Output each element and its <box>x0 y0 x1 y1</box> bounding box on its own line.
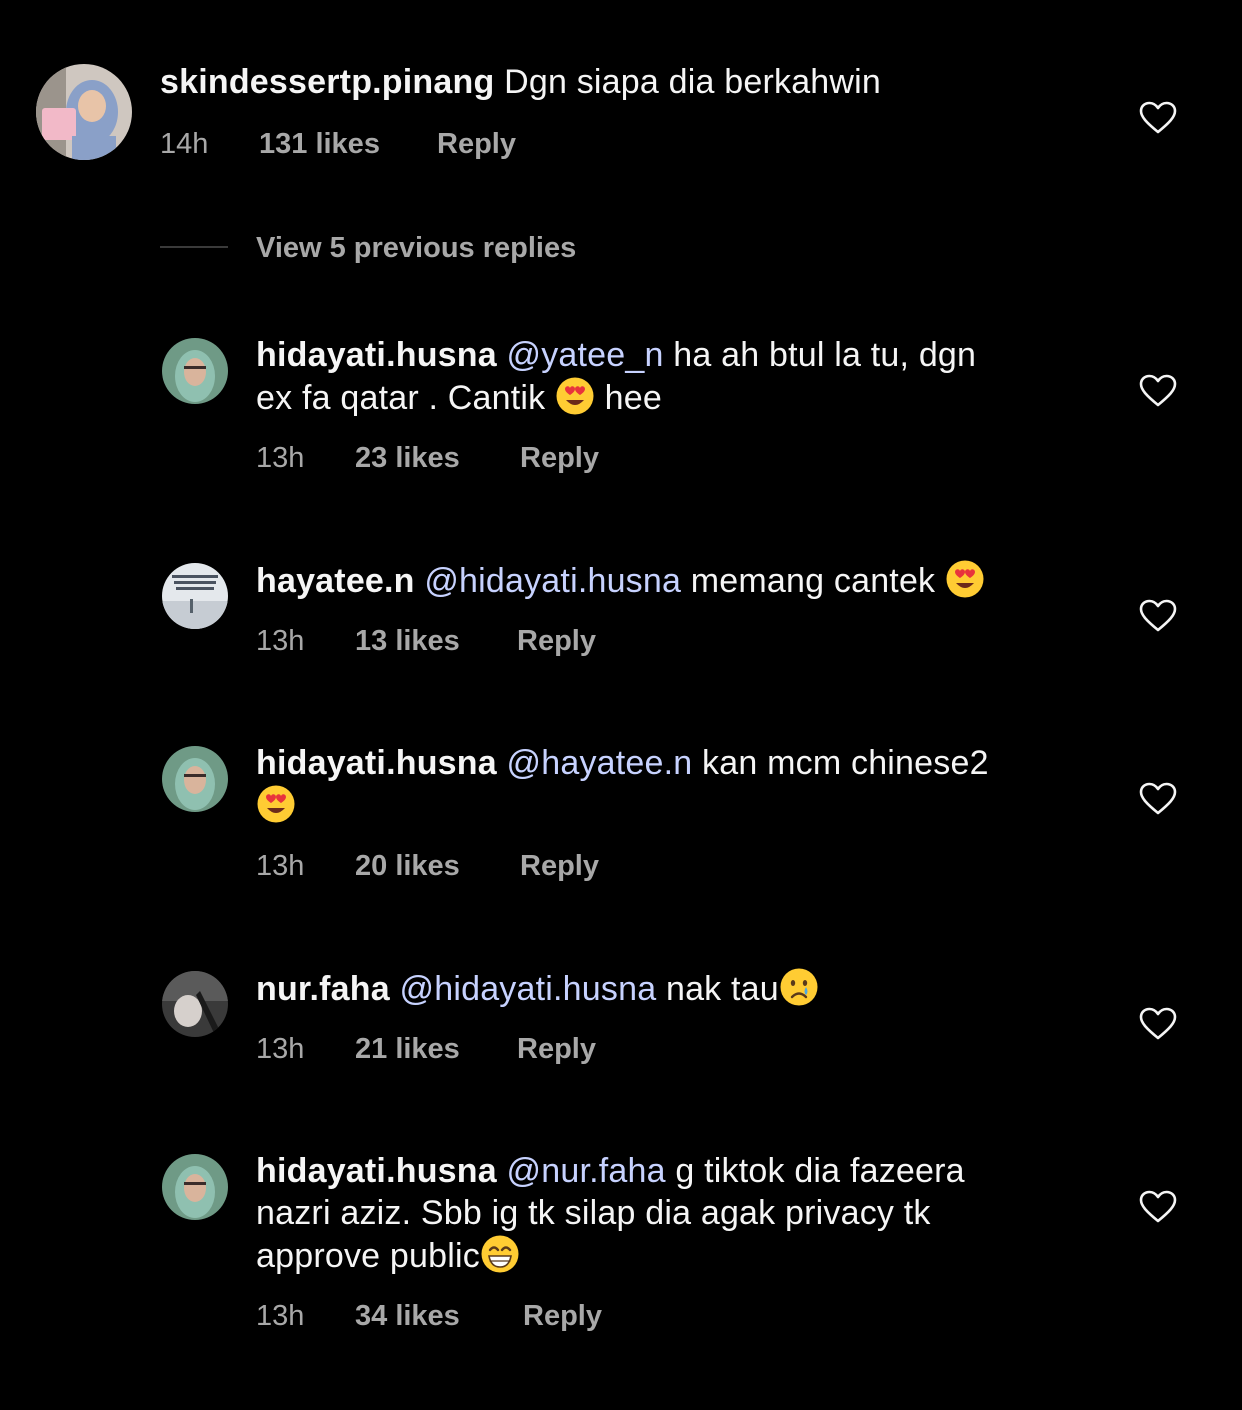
heart-eyes-emoji <box>945 559 985 599</box>
heart-eyes-emoji <box>555 376 595 416</box>
comment-meta: 14h 131 likes Reply <box>160 126 760 162</box>
username-link[interactable]: hayatee.n <box>256 562 415 600</box>
reply-button[interactable]: Reply <box>517 623 596 659</box>
mention-link[interactable]: @hidayati.husna <box>400 970 657 1008</box>
reply-body: kan mcm chinese2 <box>692 744 989 782</box>
comment-body: Dgn siapa dia berkahwin <box>504 63 882 101</box>
avatar[interactable] <box>162 563 228 629</box>
reply-button[interactable]: Reply <box>520 440 599 476</box>
reply-meta: 13h 23 likes Reply <box>256 440 856 476</box>
reply-button[interactable]: Reply <box>437 126 516 162</box>
likes-count[interactable]: 131 likes <box>259 126 380 162</box>
heart-outline-icon[interactable] <box>1139 1007 1177 1041</box>
heart-outline-icon[interactable] <box>1139 374 1177 408</box>
reply-text: nur.faha @hidayati.husna nak tau <box>256 967 1116 1010</box>
reply-body: hee <box>595 379 662 417</box>
comment-text: skindessertp.pinang Dgn siapa dia berkah… <box>160 61 1120 103</box>
likes-count[interactable]: 21 likes <box>355 1031 460 1067</box>
mention-link[interactable]: @hayatee.n <box>507 744 693 782</box>
reply-text: hayatee.n @hidayati.husna memang cantek <box>256 559 1116 602</box>
reply-button[interactable]: Reply <box>520 848 599 884</box>
divider-line <box>160 246 228 248</box>
avatar[interactable] <box>162 1154 228 1220</box>
username-link[interactable]: hidayati.husna <box>256 336 497 374</box>
mention-link[interactable]: @yatee_n <box>507 336 664 374</box>
avatar[interactable] <box>162 746 228 812</box>
reply-body: approve public <box>256 1237 480 1275</box>
likes-count[interactable]: 13 likes <box>355 623 460 659</box>
reply-body: memang cantek <box>681 562 945 600</box>
likes-count[interactable]: 23 likes <box>355 440 460 476</box>
reply-body: nak tau <box>656 970 779 1008</box>
reply-button[interactable]: Reply <box>523 1298 602 1334</box>
username-link[interactable]: nur.faha <box>256 970 390 1008</box>
heart-eyes-emoji <box>256 784 296 824</box>
heart-outline-icon[interactable] <box>1139 1190 1177 1224</box>
view-replies-label[interactable]: View 5 previous replies <box>256 228 576 268</box>
reply-body: nazri aziz. Sbb ig tk silap dia agak pri… <box>256 1194 931 1232</box>
avatar[interactable] <box>36 64 132 160</box>
likes-count[interactable]: 34 likes <box>355 1298 460 1334</box>
reply-body: g tiktok dia fazeera <box>665 1152 965 1190</box>
reply-button[interactable]: Reply <box>517 1031 596 1067</box>
reply-body: ex fa qatar . Cantik <box>256 379 556 417</box>
grinning-face-emoji <box>480 1234 520 1274</box>
heart-outline-icon[interactable] <box>1139 599 1177 633</box>
heart-outline-icon[interactable] <box>1139 101 1177 135</box>
heart-outline-icon[interactable] <box>1139 782 1177 816</box>
timestamp: 13h <box>256 1300 305 1332</box>
reply-meta: 13h 13 likes Reply <box>256 623 856 659</box>
username-link[interactable]: hidayati.husna <box>256 1152 497 1190</box>
mention-link[interactable]: @hidayati.husna <box>424 562 681 600</box>
timestamp: 13h <box>256 625 305 657</box>
reply-meta: 13h 34 likes Reply <box>256 1298 856 1334</box>
reply-text: hidayati.husna @hayatee.n kan mcm chines… <box>256 742 1116 827</box>
reply-text: hidayati.husna @yatee_n ha ah btul la tu… <box>256 334 1116 419</box>
username-link[interactable]: skindessertp.pinang <box>160 63 494 101</box>
crying-face-emoji <box>779 967 819 1007</box>
reply-meta: 13h 21 likes Reply <box>256 1031 856 1067</box>
avatar[interactable] <box>162 971 228 1037</box>
timestamp: 13h <box>256 850 305 882</box>
reply-text: hidayati.husna @nur.faha g tiktok dia fa… <box>256 1150 1116 1277</box>
timestamp: 13h <box>256 442 305 474</box>
reply-meta: 13h 20 likes Reply <box>256 848 856 884</box>
username-link[interactable]: hidayati.husna <box>256 744 497 782</box>
avatar[interactable] <box>162 338 228 404</box>
timestamp: 14h <box>160 128 209 160</box>
reply-body: ha ah btul la tu, dgn <box>663 336 977 374</box>
likes-count[interactable]: 20 likes <box>355 848 460 884</box>
timestamp: 13h <box>256 1033 305 1065</box>
mention-link[interactable]: @nur.faha <box>507 1152 666 1190</box>
